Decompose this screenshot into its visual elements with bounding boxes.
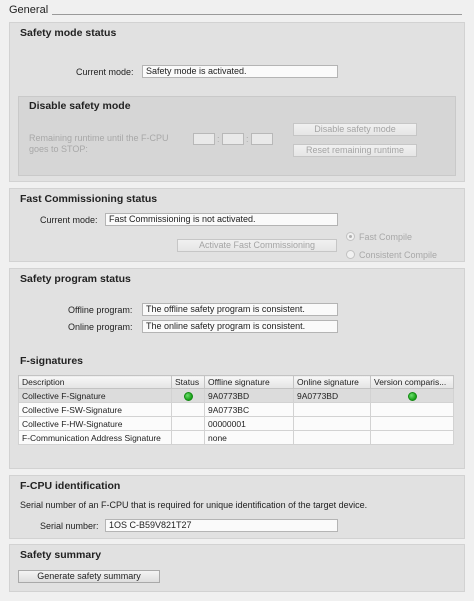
table-row[interactable]: F-Communication Address Signature none xyxy=(18,430,454,445)
safety-mode-current-field: Safety mode is activated. xyxy=(142,65,338,78)
row-online-signature xyxy=(293,416,371,431)
row-version-comparison xyxy=(370,402,454,417)
runtime-separator-2: : xyxy=(246,134,249,144)
row-version-comparison xyxy=(370,388,454,403)
row-offline-signature: 00000001 xyxy=(204,416,294,431)
activate-fast-commissioning-button[interactable]: Activate Fast Commissioning xyxy=(177,239,337,252)
row-online-signature: 9A0773BD xyxy=(293,388,371,403)
runtime-label-line-1: Remaining runtime until the F-CPU xyxy=(29,133,169,143)
runtime-hours-field xyxy=(193,133,215,145)
generate-safety-summary-button[interactable]: Generate safety summary xyxy=(18,570,160,583)
table-row[interactable]: Collective F-SW-Signature 9A0773BC xyxy=(18,402,454,417)
safety-program-section: Safety program status Offline program: T… xyxy=(9,268,465,469)
f-signatures-title: F-signatures xyxy=(20,355,84,367)
fcpu-identification-section: F-CPU identification Serial number of an… xyxy=(9,475,465,539)
row-status xyxy=(171,430,205,445)
row-status xyxy=(171,416,205,431)
fcpu-identification-title: F-CPU identification xyxy=(20,480,121,492)
fast-commissioning-section: Fast Commissioning status Current mode: … xyxy=(9,188,465,262)
row-description: Collective F-SW-Signature xyxy=(18,402,172,417)
general-title: General xyxy=(9,4,49,16)
row-offline-signature: 9A0773BC xyxy=(204,402,294,417)
offline-program-field: The offline safety program is consistent… xyxy=(142,303,338,316)
runtime-separator-1: : xyxy=(217,134,220,144)
runtime-minutes-field xyxy=(222,133,244,145)
fast-compile-label: Fast Compile xyxy=(359,232,413,242)
column-header-offline-signature[interactable]: Offline signature xyxy=(204,375,294,389)
row-offline-signature: 9A0773BD xyxy=(204,388,294,403)
safety-summary-title: Safety summary xyxy=(20,549,102,561)
disable-safety-subpanel: Disable safety mode Remaining runtime un… xyxy=(18,96,456,176)
column-header-online-signature[interactable]: Online signature xyxy=(293,375,371,389)
row-description: Collective F-HW-Signature xyxy=(18,416,172,431)
runtime-seconds-field xyxy=(251,133,273,145)
online-program-label: Online program: xyxy=(68,322,133,332)
safety-mode-title: Safety mode status xyxy=(20,27,117,39)
general-divider xyxy=(52,14,462,15)
row-offline-signature: none xyxy=(204,430,294,445)
row-online-signature xyxy=(293,402,371,417)
green-status-dot-icon xyxy=(407,391,417,401)
row-status xyxy=(171,388,205,403)
fast-compile-radio[interactable] xyxy=(346,232,355,241)
table-row[interactable]: Collective F-Signature 9A0773BD 9A0773BD xyxy=(18,388,454,403)
f-signatures-table: Description Status Offline signature Onl… xyxy=(18,375,454,445)
disable-safety-title: Disable safety mode xyxy=(29,100,131,112)
serial-number-input[interactable]: 1OS C-B59V821T27 xyxy=(105,519,338,532)
fast-commissioning-current-field: Fast Commissioning is not activated. xyxy=(105,213,338,226)
column-header-status[interactable]: Status xyxy=(171,375,205,389)
safety-summary-section: Safety summary Generate safety summary xyxy=(9,544,465,592)
column-header-version-comparison[interactable]: Version comparis... xyxy=(370,375,454,389)
serial-number-label: Serial number: xyxy=(40,521,99,531)
offline-program-label: Offline program: xyxy=(68,305,133,315)
reset-remaining-runtime-button[interactable]: Reset remaining runtime xyxy=(293,144,417,157)
row-version-comparison xyxy=(370,416,454,431)
fast-commissioning-current-label: Current mode: xyxy=(40,215,98,225)
row-online-signature xyxy=(293,430,371,445)
column-header-description[interactable]: Description xyxy=(18,375,172,389)
fcpu-description: Serial number of an F-CPU that is requir… xyxy=(20,500,368,510)
safety-mode-current-label: Current mode: xyxy=(76,67,134,77)
disable-safety-mode-button[interactable]: Disable safety mode xyxy=(293,123,417,136)
safety-program-title: Safety program status xyxy=(20,273,131,285)
green-status-dot-icon xyxy=(183,391,193,401)
row-description: Collective F-Signature xyxy=(18,388,172,403)
row-version-comparison xyxy=(370,430,454,445)
fast-commissioning-title: Fast Commissioning status xyxy=(20,193,158,205)
consistent-compile-label: Consistent Compile xyxy=(359,250,438,260)
table-row[interactable]: Collective F-HW-Signature 00000001 xyxy=(18,416,454,431)
consistent-compile-radio[interactable] xyxy=(346,250,355,259)
safety-mode-section: Safety mode status Current mode: Safety … xyxy=(9,22,465,182)
online-program-field: The online safety program is consistent. xyxy=(142,320,338,333)
runtime-label-line-2: goes to STOP: xyxy=(29,144,88,154)
row-description: F-Communication Address Signature xyxy=(18,430,172,445)
row-status xyxy=(171,402,205,417)
